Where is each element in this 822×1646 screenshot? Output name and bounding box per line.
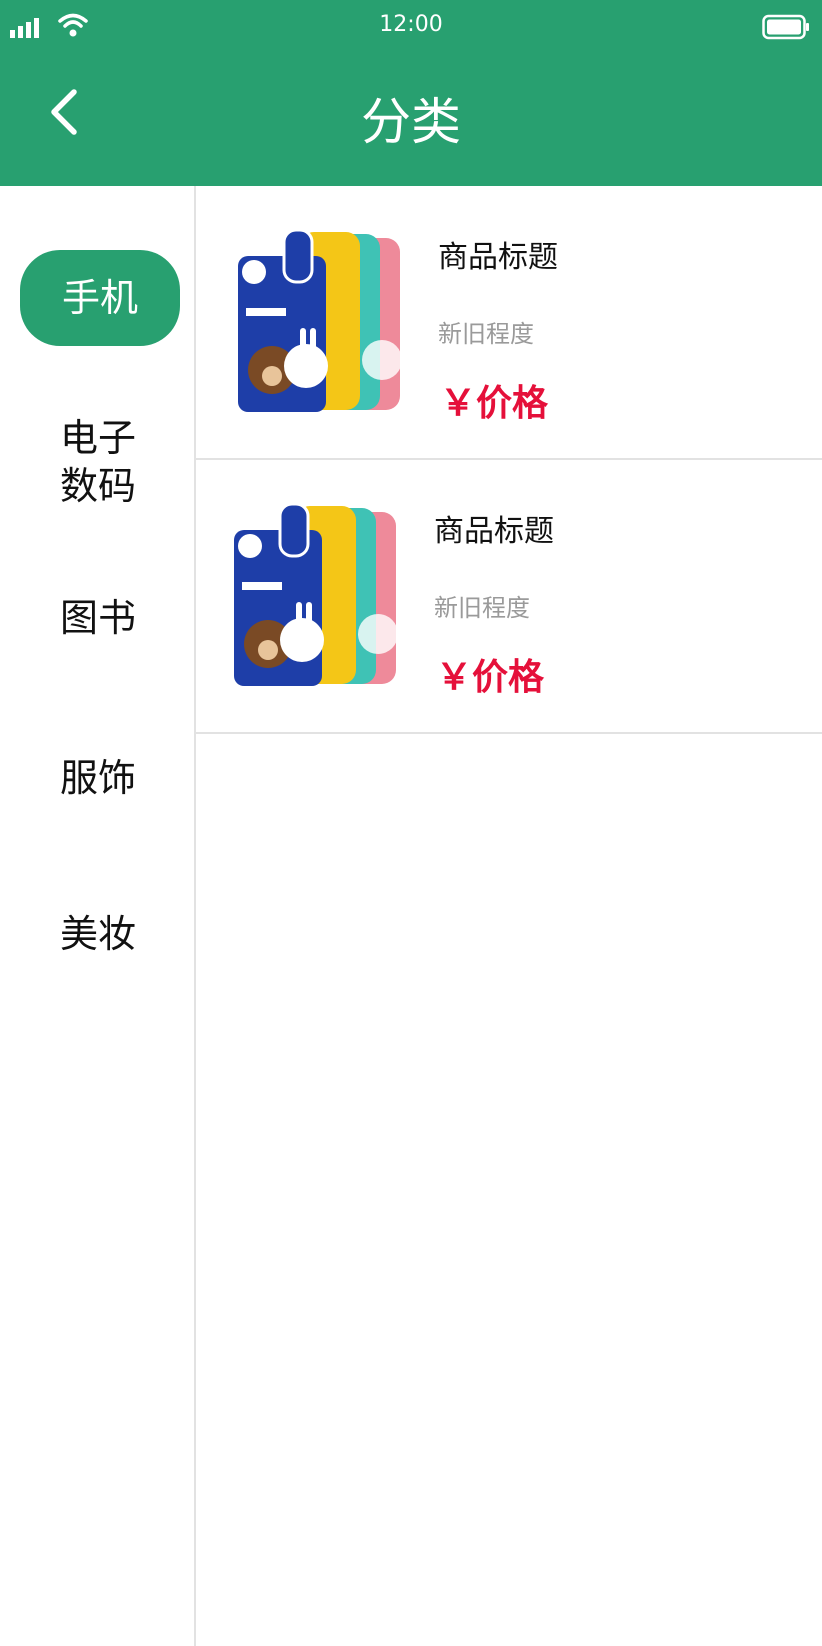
product-title: 商品标题	[438, 240, 558, 275]
category-item-digital[interactable]: 电子 数码	[0, 414, 196, 510]
product-condition: 新旧程度	[434, 594, 530, 622]
category-item-beauty[interactable]: 美妆	[0, 910, 196, 958]
category-item-books[interactable]: 图书	[0, 594, 196, 642]
product-title: 商品标题	[434, 514, 554, 549]
status-time: 12:00	[379, 12, 443, 37]
app-header: 12:00 分类	[0, 0, 822, 186]
product-price: ￥价格	[436, 657, 545, 698]
product-price: ￥价格	[440, 383, 549, 424]
product-card[interactable]: 商品标题 新旧程度 ￥价格	[196, 460, 822, 734]
product-image	[238, 230, 402, 412]
category-item-phone[interactable]: 手机	[20, 250, 180, 346]
category-sidebar: 手机 电子 数码 图书 服饰 美妆	[0, 186, 196, 1646]
page-title: 分类	[361, 93, 461, 151]
product-image	[234, 504, 398, 686]
battery-icon	[762, 14, 809, 40]
product-card[interactable]: 商品标题 新旧程度 ￥价格	[196, 186, 822, 460]
product-condition: 新旧程度	[438, 320, 534, 348]
category-item-clothing[interactable]: 服饰	[0, 754, 196, 802]
